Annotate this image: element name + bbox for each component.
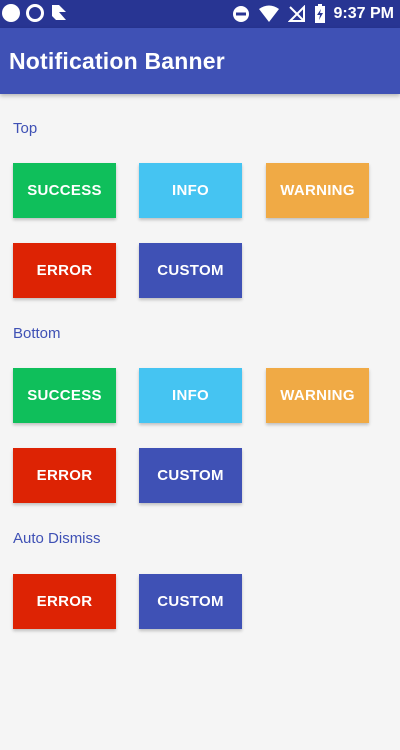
status-bar-right-icons: 9:37 PM: [232, 4, 394, 24]
bottom-info-button[interactable]: INFO: [139, 368, 242, 423]
top-info-button[interactable]: INFO: [139, 163, 242, 218]
bottom-success-button[interactable]: SUCCESS: [13, 368, 116, 423]
bottom-warning-button[interactable]: WARNING: [266, 368, 369, 423]
section-label-top: Top: [13, 120, 38, 137]
section-label-auto-dismiss: Auto Dismiss: [13, 530, 101, 547]
auto-dismiss-custom-button[interactable]: CUSTOM: [139, 574, 242, 629]
section-label-bottom: Bottom: [13, 325, 61, 342]
top-error-button[interactable]: ERROR: [13, 243, 116, 298]
battery-charging-icon: [314, 4, 325, 23]
top-warning-button[interactable]: WARNING: [266, 163, 369, 218]
do-not-disturb-icon: [232, 6, 249, 22]
top-custom-button[interactable]: CUSTOM: [139, 243, 242, 298]
page-title: Notification Banner: [9, 48, 225, 74]
app-bar: Notification Banner: [0, 28, 400, 94]
wifi-icon: [258, 5, 279, 22]
notification-ring-icon: [26, 4, 44, 22]
status-bar-left-icons: [2, 4, 68, 22]
status-bar: 9:37 PM: [0, 0, 400, 28]
notification-dot-icon: [2, 4, 20, 22]
bottom-error-button[interactable]: ERROR: [13, 448, 116, 503]
bottom-custom-button[interactable]: CUSTOM: [139, 448, 242, 503]
top-success-button[interactable]: SUCCESS: [13, 163, 116, 218]
app-notification-icon: [52, 5, 66, 20]
no-signal-icon: [287, 5, 305, 22]
status-time: 9:37 PM: [333, 5, 394, 22]
auto-dismiss-error-button[interactable]: ERROR: [13, 574, 116, 629]
